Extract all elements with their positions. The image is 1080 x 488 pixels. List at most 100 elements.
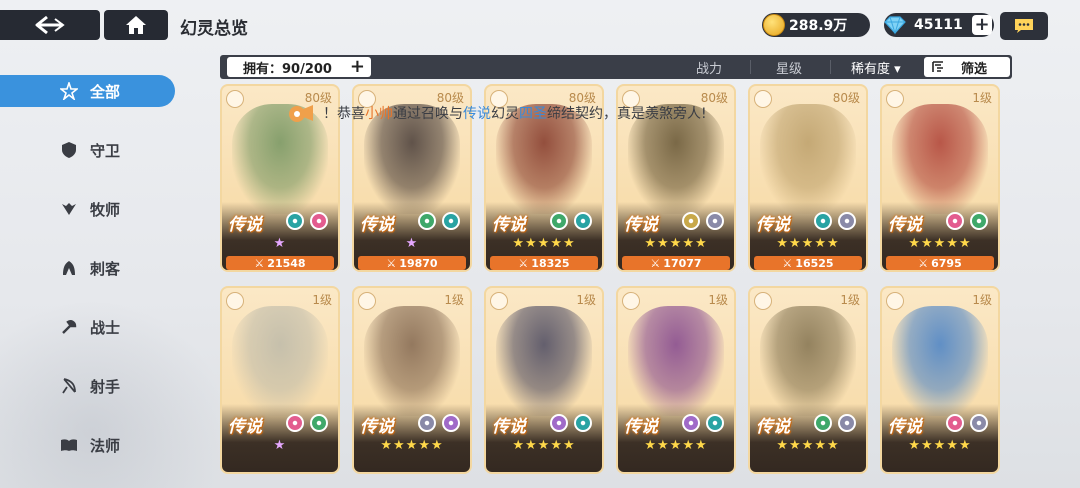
spirit-card[interactable]: 1级 传说 ★ [220,286,340,474]
spirit-portrait [496,306,592,416]
banner-suffix2: 缔结契约，真是羡煞旁人! [547,106,707,122]
page-title: 幻灵总览 [180,19,248,39]
element-icon [418,414,436,432]
spirit-card[interactable]: 80级 传说 ★★★★★ ⚔ 16525 [748,84,868,272]
spirit-card[interactable]: 1级 传说 ★★★★★ [748,286,868,474]
chevron-down-icon: ▾ [894,62,901,77]
element-icon [574,414,592,432]
banner-player-name[interactable]: 小帅 [365,103,393,123]
spirit-card[interactable]: 1级传说 ★★★★★ [880,286,1000,474]
spirit-card[interactable]: 1级 传说 ★★★★★ [484,286,604,474]
element-icon [682,414,700,432]
power-bar: ⚔ 18325 [490,256,598,270]
element-icon [946,212,964,230]
home-icon [126,16,146,34]
chat-bubble-icon [1015,19,1033,33]
star-rating: ★★★★★ [908,438,972,453]
element-icon [550,212,568,230]
sidebar-item-guard[interactable]: 守卫 [0,134,175,166]
banner-rarity: 传说 [463,106,491,122]
spirit-portrait [232,306,328,416]
add-gems-button[interactable]: + [972,15,992,35]
sidebar-item-label: 刺客 [90,259,121,278]
back-arrow-icon [35,15,65,35]
class-badge-icon [226,292,244,310]
spirit-level: 1级 [444,293,464,307]
gem-counter: 45111 + [884,13,994,37]
spirit-level: 1级 [972,293,992,307]
rarity-label: 传说 [624,215,658,235]
star-rating: ★★★★★ [512,438,576,453]
rarity-label: 传说 [492,417,526,437]
spirit-card[interactable]: 1级 传说 ★★★★★ [616,286,736,474]
rarity-label: 传说 [888,417,922,437]
hood-icon [60,259,78,277]
bow-icon [60,377,78,395]
spirit-portrait [760,306,856,416]
owned-count-box[interactable]: 拥有：90/200 + [227,57,371,77]
element-icon [286,212,304,230]
element-icon [418,212,436,230]
power-bar: ⚔ 19870 [358,256,466,270]
horn-icon [289,105,313,122]
power-bar: ⚔ 21548 [226,256,334,270]
sort-rarity-label: 稀有度 [851,62,891,77]
sidebar-item-mage[interactable]: 法师 [0,429,175,461]
sort-rarity-tab[interactable]: 稀有度 ▾ [851,58,901,77]
shield-icon [60,141,78,159]
power-value: 17077 [663,256,702,270]
rarity-label: 传说 [888,215,922,235]
crossed-swords-icon: ⚔ [650,256,661,270]
chat-button[interactable] [1000,12,1048,40]
element-icon [550,414,568,432]
element-icon [286,414,304,432]
book-icon [60,436,78,454]
sidebar-item-all[interactable]: 全部 [0,75,175,107]
spirit-portrait [364,306,460,416]
spirit-portrait [892,104,988,214]
element-icon [442,414,460,432]
crossed-swords-icon: ⚔ [518,256,529,270]
class-badge-icon [886,292,904,310]
rarity-label: 传说 [228,215,262,235]
sidebar-item-archer[interactable]: 射手 [0,370,175,402]
star-outline-icon [60,82,78,100]
divider [750,60,751,74]
banner-spirit-name[interactable]: 四圣 [519,103,547,123]
star-rating: ★ [405,236,419,251]
spirit-portrait [628,306,724,416]
power-value: 19870 [399,256,438,270]
rarity-label: 传说 [228,417,262,437]
expand-capacity-icon[interactable]: + [350,58,365,76]
axe-icon [60,318,78,336]
class-badge-icon [886,90,904,108]
spirit-level: 80级 [832,91,860,105]
spirit-portrait [760,104,856,214]
sidebar-item-priest[interactable]: 牧师 [0,193,175,225]
sort-power-tab[interactable]: 战力 [696,58,722,77]
diamond-icon [884,16,906,35]
gold-coin-icon [763,14,785,36]
spirit-card[interactable]: 1级 传说 ★★★★★ ⚔ 6795 [880,84,1000,272]
announcement-banner: ！恭喜 小帅 通过召唤与 传说 幻灵 四圣 缔结契约，真是羡煞旁人! [285,101,707,125]
gold-amount: 288.9万 [789,18,848,34]
divider [830,60,831,74]
class-badge-icon [754,90,772,108]
sidebar-item-warrior[interactable]: 战士 [0,311,175,343]
element-icon [706,414,724,432]
wings-icon [60,200,78,218]
spirit-level: 1级 [312,293,332,307]
sort-star-tab[interactable]: 星级 [776,58,802,77]
crossed-swords-icon: ⚔ [918,256,929,270]
power-value: 18325 [531,256,570,270]
back-button[interactable] [0,10,100,40]
element-icon [682,212,700,230]
sidebar-item-assassin[interactable]: 刺客 [0,252,175,284]
home-button[interactable] [104,10,168,40]
banner-mid: 通过召唤与 [393,106,463,122]
spirit-card[interactable]: 1级 传说 ★★★★★ [352,286,472,474]
filter-button[interactable]: 筛选 [924,57,1010,77]
banner-prefix: ！恭喜 [323,106,365,122]
rarity-label: 传说 [360,215,394,235]
filter-bar: 拥有：90/200 + 战力 星级 稀有度 ▾ 筛选 [220,55,1012,79]
